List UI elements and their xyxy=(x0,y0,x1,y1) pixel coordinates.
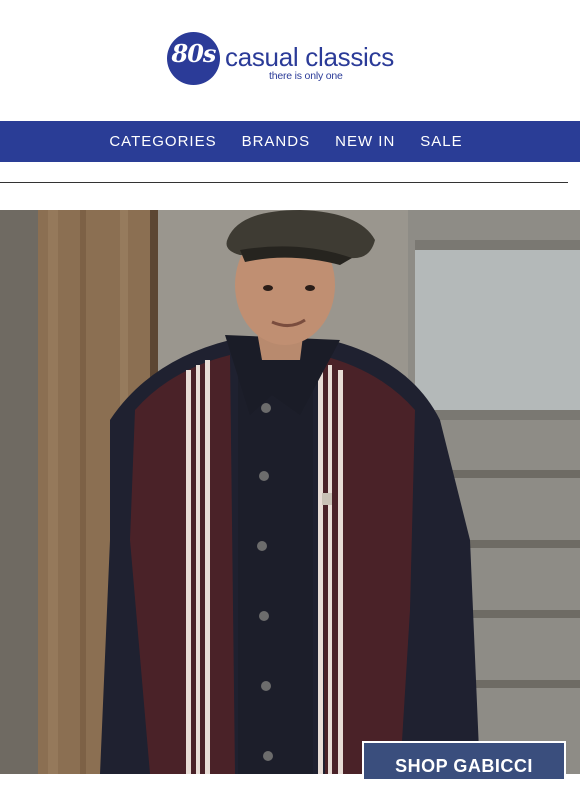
shop-gabicci-button[interactable]: SHOP GABICCI xyxy=(362,741,566,781)
brand-name: casual classics xyxy=(225,42,394,72)
logo-mark-text: 80s xyxy=(171,39,217,68)
hero-image[interactable] xyxy=(0,210,580,774)
nav-item-new-in[interactable]: NEW IN xyxy=(335,133,395,150)
main-nav: CATEGORIES BRANDS NEW IN SALE xyxy=(0,121,580,162)
divider-line xyxy=(0,182,568,183)
nav-item-categories[interactable]: CATEGORIES xyxy=(109,133,216,150)
brand-tagline: there is only one xyxy=(269,70,343,82)
brand-logo[interactable]: 80s casual classics there is only one xyxy=(167,32,407,88)
hero-photo-illustration xyxy=(0,210,580,774)
nav-item-brands[interactable]: BRANDS xyxy=(242,133,311,150)
email-header: 80s casual classics there is only one xyxy=(0,0,580,121)
nav-item-sale[interactable]: SALE xyxy=(420,133,462,150)
